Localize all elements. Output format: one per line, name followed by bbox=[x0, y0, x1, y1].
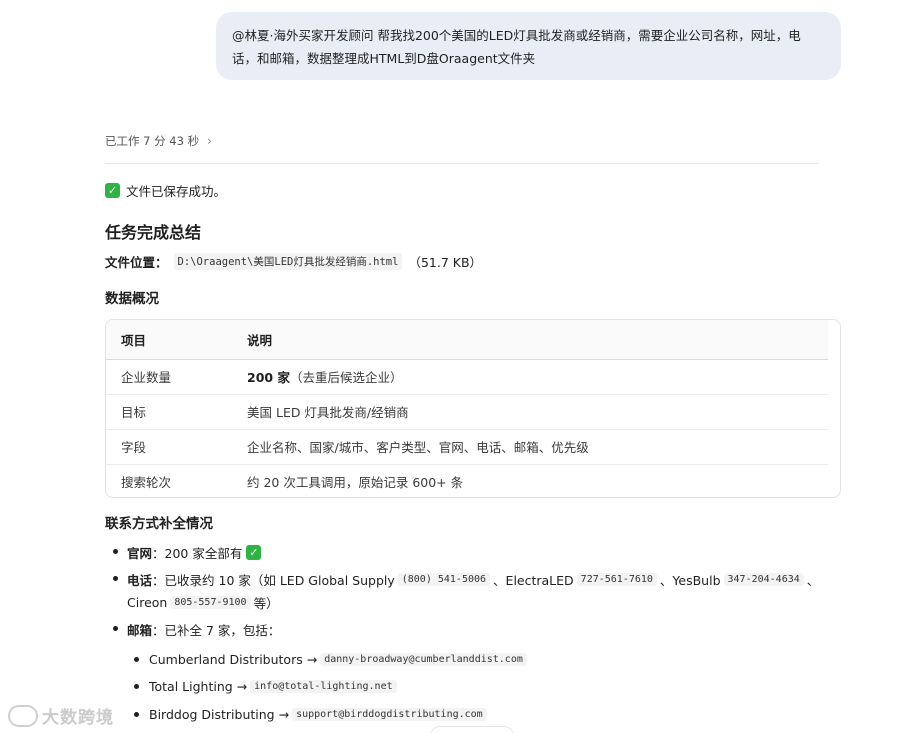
list-item-phone: 电话 ：已收录约 10 家（如 LED Global Supply (800) … bbox=[127, 569, 819, 589]
phone-sep: 、ElectraLED bbox=[493, 572, 574, 588]
file-size: （51.7 KB） bbox=[408, 255, 483, 270]
email-address: info@total-lighting.net bbox=[250, 679, 397, 693]
column-header-desc: 说明 bbox=[247, 320, 828, 360]
cell-desc: 企业名称、国家/城市、客户类型、官网、电话、邮箱、优先级 bbox=[247, 429, 828, 465]
contacts-title: 联系方式补全情况 bbox=[105, 516, 213, 532]
saved-notice: ✓ 文件已保存成功。 bbox=[105, 181, 226, 200]
watermark: 大数跨境 bbox=[8, 703, 114, 728]
phone-line2-pre: Cireon bbox=[127, 594, 168, 610]
summary-title: 任务完成总结 bbox=[105, 223, 202, 242]
phone-line2-post: 等） bbox=[253, 595, 279, 611]
table-header-row: 项目 说明 bbox=[106, 320, 828, 360]
email-text: ：已补全 7 家，包括： bbox=[152, 622, 281, 638]
check-mark-icon: ✓ bbox=[105, 183, 120, 198]
user-message-bubble: @林夏·海外买家开发顾问 帮我找200个美国的LED灯具批发商或经销商，需要企业… bbox=[216, 12, 841, 80]
bullet bbox=[134, 657, 139, 662]
file-location: 文件位置： D:\Oraagent\美国LED灯具批发经销商.html （51.… bbox=[105, 252, 482, 271]
table-row: 目标 美国 LED 灯具批发商/经销商 bbox=[106, 394, 828, 430]
email-label: 邮箱 bbox=[127, 622, 153, 638]
bullet bbox=[113, 626, 118, 631]
check-mark-icon: ✓ bbox=[246, 544, 262, 560]
table-row: 字段 企业名称、国家/城市、客户类型、官网、电话、邮箱、优先级 bbox=[106, 429, 828, 465]
email-item: Cumberland Distributors → danny-broadway… bbox=[149, 649, 530, 669]
phone-number: 805-557-9100 bbox=[170, 595, 251, 609]
phone-number: (800) 541-5006 bbox=[397, 572, 491, 586]
list-item-website: 官网 ：200 家全部有 ✓ bbox=[127, 542, 262, 562]
cell-item: 搜索轮次 bbox=[121, 475, 172, 491]
overview-table: 项目 说明 企业数量 200 家（去重后候选企业） 目标 美国 LED 灯具批发… bbox=[105, 319, 841, 498]
phone-sep: 、YesBulb bbox=[659, 572, 721, 588]
company-name: Total Lighting → bbox=[149, 678, 248, 694]
table-row: 搜索轮次 约 20 次工具调用，原始记录 600+ 条 bbox=[106, 464, 828, 497]
email-item: Total Lighting → info@total-lighting.net bbox=[149, 676, 400, 696]
file-location-label: 文件位置： bbox=[105, 255, 168, 270]
email-address: support@birddogdistributing.com bbox=[292, 707, 487, 721]
user-message-line-1: @林夏·海外买家开发顾问 帮我找200个美国的LED灯具批发商或经销商，需要企业… bbox=[232, 28, 801, 43]
user-message-line-2: 话，和邮箱，数据整理成HTML到D盘Oraagent文件夹 bbox=[232, 51, 536, 66]
list-item-email: 邮箱 ：已补全 7 家，包括： bbox=[127, 619, 280, 639]
watermark-text: 大数跨境 bbox=[42, 708, 114, 728]
bullet bbox=[113, 549, 118, 554]
watermark-logo-icon bbox=[8, 704, 38, 727]
chevron-right-icon: › bbox=[207, 134, 212, 148]
website-label: 官网 bbox=[127, 545, 153, 561]
cell-item: 企业数量 bbox=[106, 359, 247, 395]
phone-sep: 、 bbox=[806, 572, 820, 588]
bullet bbox=[134, 712, 139, 717]
divider bbox=[105, 163, 819, 164]
email-address: danny-broadway@cumberlanddist.com bbox=[320, 652, 527, 666]
work-duration-label: 已工作 7 分 43 秒 bbox=[105, 134, 200, 148]
table-row: 企业数量 200 家（去重后候选企业） bbox=[106, 359, 828, 395]
cell-desc-text: （去重后候选企业） bbox=[289, 370, 403, 385]
phone-number: 727-561-7610 bbox=[576, 572, 657, 586]
bullet bbox=[113, 576, 118, 581]
cell-desc-bold: 200 家 bbox=[247, 370, 290, 385]
company-name: Birddog Distributing → bbox=[149, 706, 290, 722]
email-item: Birddog Distributing → support@birddogdi… bbox=[149, 704, 490, 724]
file-path: D:\Oraagent\美国LED灯具批发经销商.html bbox=[173, 253, 403, 270]
cell-desc: 约 20 次工具调用，原始记录 600+ 条 bbox=[247, 475, 464, 491]
phone-prefix: ：已收录约 10 家（如 LED Global Supply bbox=[152, 572, 395, 588]
column-header-item: 项目 bbox=[106, 320, 247, 360]
cell-desc: 200 家（去重后候选企业） bbox=[247, 359, 828, 395]
overview-title: 数据概况 bbox=[105, 291, 159, 307]
saved-text: 文件已保存成功。 bbox=[126, 184, 227, 199]
website-text: ：200 家全部有 bbox=[152, 545, 243, 561]
phone-number: 347-204-4634 bbox=[723, 572, 804, 586]
scroll-to-bottom-button[interactable] bbox=[430, 726, 514, 733]
company-name: Cumberland Distributors → bbox=[149, 651, 318, 667]
cell-item: 目标 bbox=[106, 394, 247, 430]
bullet bbox=[134, 684, 139, 689]
cell-item: 字段 bbox=[106, 429, 247, 465]
work-duration-toggle[interactable]: 已工作 7 分 43 秒 › bbox=[105, 133, 212, 149]
cell-desc: 美国 LED 灯具批发商/经销商 bbox=[247, 394, 828, 430]
list-item-phone-cont: Cireon 805-557-9100 等） bbox=[127, 592, 279, 612]
phone-label: 电话 bbox=[127, 572, 153, 588]
